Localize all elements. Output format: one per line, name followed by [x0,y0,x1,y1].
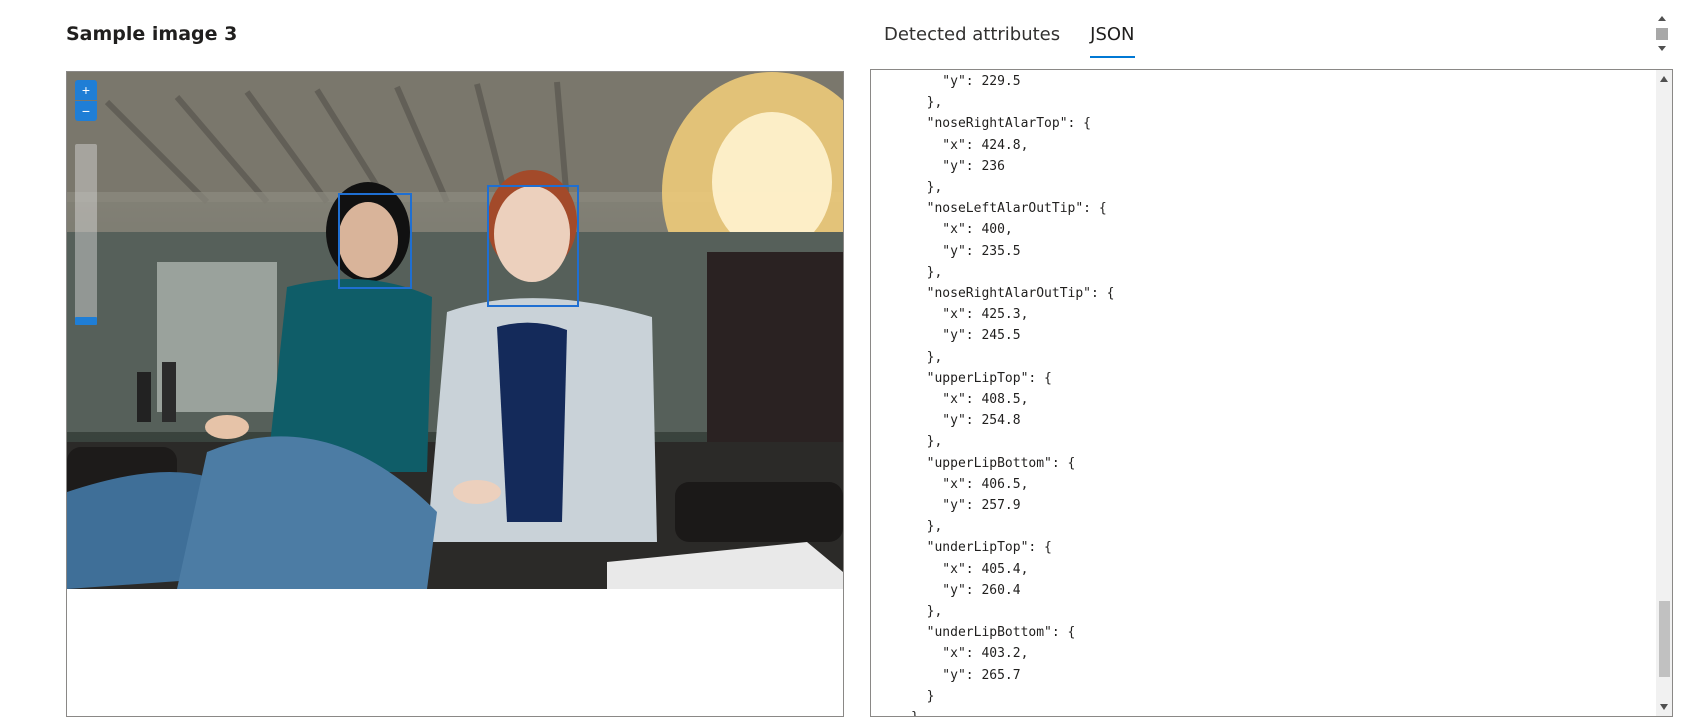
json-line: "y": 260.4 [911,582,1021,598]
scroll-down-arrow-icon[interactable] [1658,46,1666,51]
json-line: }, [911,519,943,535]
page-scrollbar[interactable] [1655,14,1669,56]
plus-icon: + [81,82,91,98]
sample-photo: + − [67,72,843,589]
json-line: "y": 245.5 [911,328,1021,344]
json-line: "upperLipTop": { [911,370,1052,386]
result-tabs: Detected attributes JSON [884,22,1135,58]
json-line: "y": 254.8 [911,413,1021,429]
json-line: "x": 406.5, [911,476,1029,492]
face-bounding-box [338,193,412,289]
json-line: "y": 265.7 [911,667,1021,683]
zoom-in-button[interactable]: + [75,80,97,100]
json-line: "x": 403.2, [911,646,1029,662]
scroll-down-arrow-icon[interactable] [1660,704,1668,710]
image-viewer: + − [66,71,844,717]
json-line: "upperLipBottom": { [911,455,1076,471]
zoom-slider-handle[interactable] [75,317,97,325]
json-content: "y": 229.5 }, "noseRightAlarTop": { "x":… [911,71,1115,716]
json-line: "y": 236 [911,158,1005,174]
tab-json[interactable]: JSON [1090,22,1135,58]
json-line: "x": 408.5, [911,392,1029,408]
json-scrollbar[interactable] [1656,70,1672,716]
json-line: "y": 235.5 [911,243,1021,259]
json-line: "y": 257.9 [911,498,1021,514]
json-line: }, [911,180,943,196]
sample-image-title: Sample image 3 [66,23,238,45]
json-line: "x": 400, [911,222,1013,238]
tab-detected-attributes[interactable]: Detected attributes [884,22,1060,58]
json-line: }, [911,434,943,450]
json-line: "underLipBottom": { [911,625,1076,641]
face-bounding-box [487,185,579,307]
json-line: "x": 405.4, [911,561,1029,577]
scroll-up-arrow-icon[interactable] [1658,16,1666,21]
scroll-up-arrow-icon[interactable] [1660,76,1668,82]
json-line: "noseRightAlarOutTip": { [911,286,1115,302]
json-line: "underLipTop": { [911,540,1052,556]
json-line: } [911,707,1115,716]
json-line: }, [911,264,943,280]
zoom-out-button[interactable]: − [75,101,97,121]
zoom-slider-track[interactable] [75,144,97,322]
page-scroll-thumb[interactable] [1656,28,1668,40]
json-line: "x": 425.3, [911,307,1029,323]
json-scroll-thumb[interactable] [1659,601,1670,677]
sample-photo-illustration [67,72,843,589]
json-line: "y": 229.5 [911,74,1021,89]
json-line: "noseRightAlarTop": { [911,116,1092,132]
json-viewer[interactable]: "y": 229.5 }, "noseRightAlarTop": { "x":… [870,69,1673,717]
json-line: "x": 424.8, [911,137,1029,153]
json-line: } [911,688,935,704]
json-line: }, [911,604,943,620]
json-line: }, [911,349,943,365]
json-line: }, [911,95,943,111]
json-line: "noseLeftAlarOutTip": { [911,201,1107,217]
minus-icon: − [81,103,91,119]
